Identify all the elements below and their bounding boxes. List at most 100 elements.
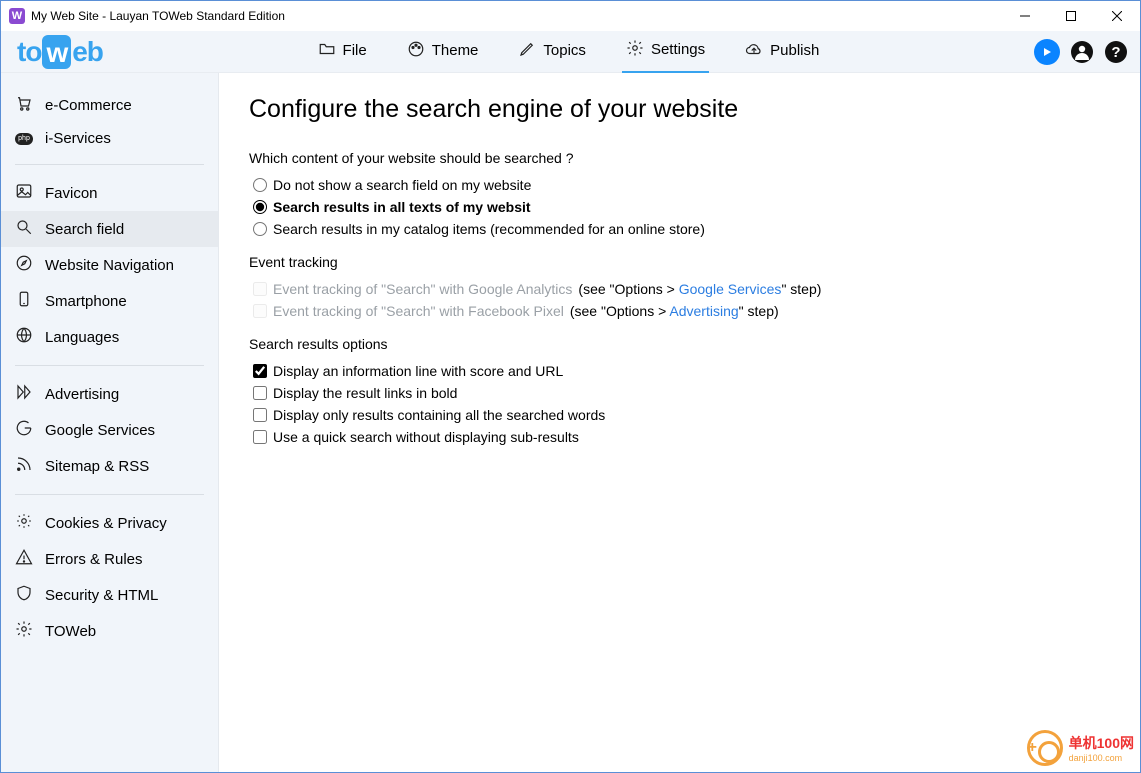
account-button[interactable] [1070, 40, 1094, 64]
tab-publish[interactable]: Publish [741, 31, 823, 73]
radio-all-texts[interactable]: Search results in all texts of my websit [249, 196, 1110, 218]
sidebar-item-favicon[interactable]: Favicon [1, 175, 218, 211]
radio-input[interactable] [253, 222, 267, 236]
hint-pre: (see "Options > [578, 281, 678, 297]
check-info-line[interactable]: Display an information line with score a… [249, 360, 1110, 382]
sidebar-item-navigation[interactable]: Website Navigation [1, 247, 218, 283]
sidebar-item-label: Favicon [45, 185, 98, 202]
radio-input[interactable] [253, 200, 267, 214]
sidebar-item-cookies[interactable]: Cookies & Privacy [1, 505, 218, 541]
watermark-line2: danji100.com [1069, 753, 1134, 763]
megaphone-icon [15, 383, 33, 405]
preview-button[interactable] [1034, 39, 1060, 65]
sidebar-item-advertising[interactable]: Advertising [1, 376, 218, 412]
tab-topics[interactable]: Topics [514, 31, 590, 73]
sidebar-item-label: TOWeb [45, 623, 96, 640]
shield-icon [15, 584, 33, 606]
checkbox-input[interactable] [253, 408, 267, 422]
checkbox-label: Event tracking of "Search" with Facebook… [273, 303, 564, 319]
gear-icon [626, 39, 644, 61]
rss-icon [15, 455, 33, 477]
sidebar-item-label: Errors & Rules [45, 551, 143, 568]
sidebar-item-label: Search field [45, 221, 124, 238]
sidebar-item-smartphone[interactable]: Smartphone [1, 283, 218, 319]
tab-file[interactable]: File [314, 31, 371, 73]
window-title: My Web Site - Lauyan TOWeb Standard Edit… [31, 9, 1002, 23]
checkbox-label: Display the result links in bold [273, 385, 457, 401]
radio-input[interactable] [253, 178, 267, 192]
radio-catalog[interactable]: Search results in my catalog items (reco… [249, 218, 1110, 240]
tab-theme[interactable]: Theme [403, 31, 483, 73]
watermark-text: 单机100网 danji100.com [1069, 733, 1134, 763]
logo-text-mid: w [42, 35, 71, 69]
checkbox-input[interactable] [253, 430, 267, 444]
sidebar-item-label: Google Services [45, 422, 155, 439]
sidebar-item-languages[interactable]: Languages [1, 319, 218, 355]
google-icon [15, 419, 33, 441]
hint-text: (see "Options > Advertising" step) [570, 303, 779, 319]
section-label-results: Search results options [249, 336, 1110, 352]
checkbox-input [253, 304, 267, 318]
sidebar-item-search-field[interactable]: Search field [1, 211, 218, 247]
sidebar-item-label: i-Services [45, 130, 111, 147]
checkbox-input[interactable] [253, 364, 267, 378]
link-google-services[interactable]: Google Services [679, 281, 782, 297]
page-content: Configure the search engine of your webs… [219, 73, 1140, 772]
watermark: 单机100网 danji100.com [1027, 730, 1134, 766]
phone-icon [15, 290, 33, 312]
cloud-upload-icon [745, 40, 763, 62]
hint-post: " step) [781, 281, 821, 297]
image-icon [15, 182, 33, 204]
radio-label: Search results in all texts of my websit [273, 199, 531, 215]
radio-label: Do not show a search field on my website [273, 177, 531, 193]
sidebar-item-label: e-Commerce [45, 97, 132, 114]
globe-icon [15, 326, 33, 348]
sidebar-item-toweb[interactable]: TOWeb [1, 613, 218, 649]
php-icon: php [15, 133, 33, 145]
sidebar-item-errors[interactable]: Errors & Rules [1, 541, 218, 577]
sidebar-item-google[interactable]: Google Services [1, 412, 218, 448]
sidebar: e-Commerce php i-Services Favicon Search… [1, 73, 219, 772]
logo-text-pre: to [17, 36, 41, 68]
radio-no-search[interactable]: Do not show a search field on my website [249, 174, 1110, 196]
cart-icon [15, 94, 33, 116]
help-button[interactable]: ? [1104, 40, 1128, 64]
top-nav: File Theme Topics Settings Publish [103, 31, 1034, 73]
sidebar-separator [15, 494, 204, 495]
sidebar-item-iservices[interactable]: php i-Services [1, 123, 218, 154]
sidebar-item-label: Advertising [45, 386, 119, 403]
pencil-icon [518, 40, 536, 62]
cookie-icon [15, 512, 33, 534]
maximize-button[interactable] [1048, 1, 1094, 31]
sidebar-item-label: Smartphone [45, 293, 127, 310]
check-all-words[interactable]: Display only results containing all the … [249, 404, 1110, 426]
sidebar-separator [15, 365, 204, 366]
close-button[interactable] [1094, 1, 1140, 31]
palette-icon [407, 40, 425, 62]
section-label-search: Which content of your website should be … [249, 150, 1110, 166]
app-logo: to w eb [17, 35, 103, 69]
warning-icon [15, 548, 33, 570]
tab-file-label: File [343, 42, 367, 59]
check-bold-links[interactable]: Display the result links in bold [249, 382, 1110, 404]
check-ga-tracking: Event tracking of "Search" with Google A… [249, 278, 1110, 300]
minimize-button[interactable] [1002, 1, 1048, 31]
tab-settings[interactable]: Settings [622, 31, 709, 73]
hint-pre: (see "Options > [570, 303, 670, 319]
sidebar-item-label: Cookies & Privacy [45, 515, 167, 532]
tab-theme-label: Theme [432, 42, 479, 59]
check-quick-search[interactable]: Use a quick search without displaying su… [249, 426, 1110, 448]
sidebar-item-ecommerce[interactable]: e-Commerce [1, 87, 218, 123]
link-advertising[interactable]: Advertising [669, 303, 738, 319]
checkbox-input[interactable] [253, 386, 267, 400]
sidebar-item-sitemap[interactable]: Sitemap & RSS [1, 448, 218, 484]
checkbox-label: Use a quick search without displaying su… [273, 429, 579, 445]
app-icon: W [9, 8, 25, 24]
logo-text-post: eb [72, 36, 103, 68]
watermark-icon [1027, 730, 1063, 766]
sidebar-item-label: Sitemap & RSS [45, 458, 149, 475]
page-title: Configure the search engine of your webs… [249, 95, 1110, 124]
tab-topics-label: Topics [543, 42, 586, 59]
sidebar-item-security[interactable]: Security & HTML [1, 577, 218, 613]
svg-text:?: ? [1111, 44, 1120, 61]
